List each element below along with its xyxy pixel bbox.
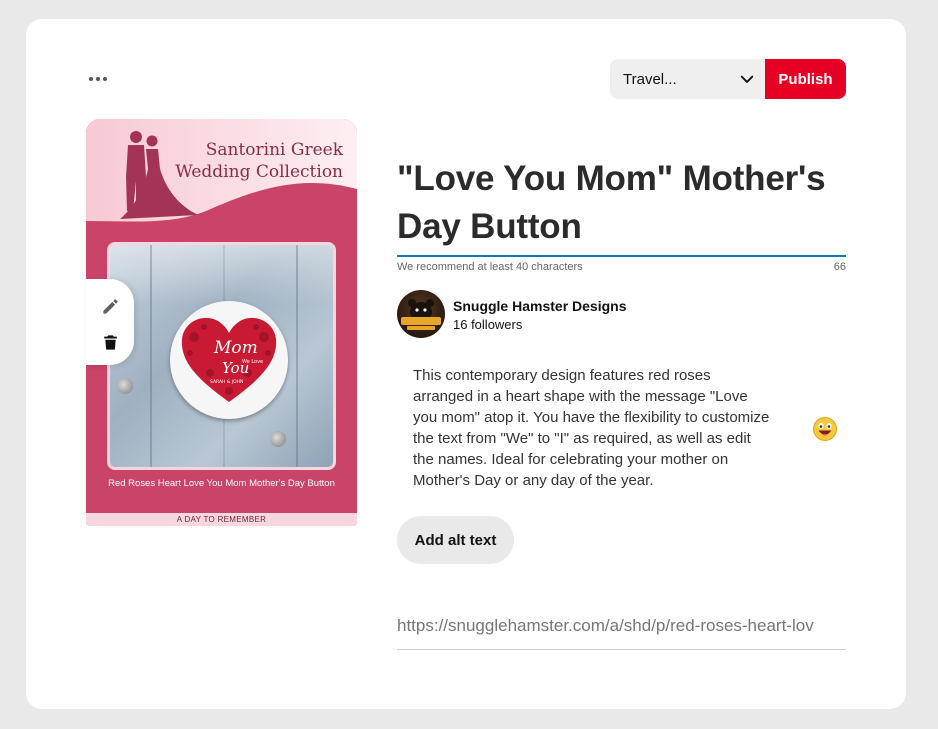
destination-link-input[interactable]: https://snugglehamster.com/a/shd/p/red-r… [397, 616, 846, 650]
mom-button-badge: Mom We Love You SARAH & JOHN [170, 301, 288, 419]
publish-button[interactable]: Publish [765, 59, 846, 99]
badge-you-text: You [222, 359, 249, 377]
more-options-icon[interactable] [86, 69, 110, 89]
add-alt-text-button[interactable]: Add alt text [397, 516, 514, 564]
jacket-snap [117, 378, 133, 394]
author-name[interactable]: Snuggle Hamster Designs [453, 298, 627, 314]
hamster-logo [401, 299, 441, 330]
pin-caption: Red Roses Heart Love You Mom Mother's Da… [108, 478, 335, 489]
badge-mom-text: Mom [213, 338, 258, 358]
rose-heart-graphic: Mom We Love You SARAH & JOHN [181, 317, 277, 402]
pin-footer: A DAY TO REMEMBER [86, 513, 357, 526]
avatar[interactable] [397, 290, 445, 338]
jacket-snap [270, 431, 286, 447]
title-underline [397, 255, 846, 257]
pin-header-title: Santorini Greek Wedding Collection [175, 140, 343, 182]
trash-icon[interactable] [99, 331, 121, 353]
author-followers: 16 followers [453, 317, 523, 332]
badge-names-text: SARAH & JOHN [210, 379, 243, 385]
chevron-down-icon [740, 75, 754, 83]
title-hint: We recommend at least 40 characters [397, 261, 583, 273]
image-edit-tools [86, 279, 134, 365]
pin-title[interactable]: "Love You Mom" Mother's Day Button [397, 155, 857, 251]
pencil-icon[interactable] [99, 295, 121, 317]
emoji-icon[interactable] [812, 416, 838, 442]
pin-photo: Mom We Love You SARAH & JOHN [107, 242, 336, 470]
pin-editor-card: Travel... Publish Santorini Greek Weddin [26, 19, 906, 709]
pin-description[interactable]: This contemporary design features red ro… [413, 365, 773, 491]
board-select-value: Travel... [623, 70, 677, 88]
title-char-count: 66 [833, 261, 846, 273]
board-select[interactable]: Travel... [610, 59, 766, 99]
